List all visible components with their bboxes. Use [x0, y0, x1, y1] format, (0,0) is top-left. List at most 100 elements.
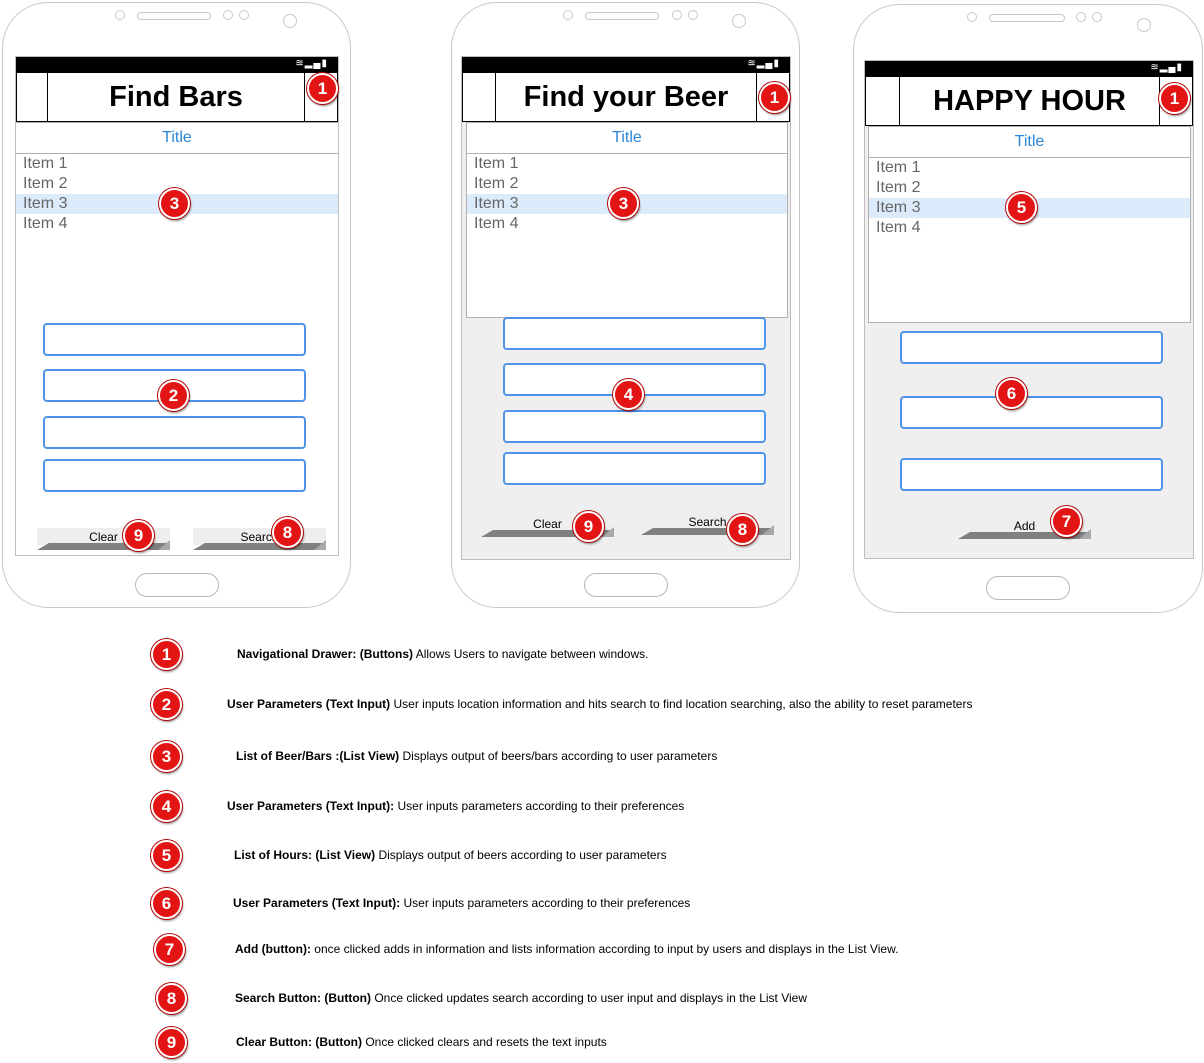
legend-term: List of Beer/Bars :(List View) — [236, 749, 400, 763]
list-view: Title Item 1 Item 2 Item 3 Item 4 — [868, 126, 1191, 323]
legend-item: 4 User Parameters (Text Input): User inp… — [0, 791, 1204, 823]
legend-item: 9 Clear Button: (Button) Once clicked cl… — [0, 1027, 1204, 1059]
text-input-1[interactable] — [43, 323, 306, 356]
app-bar: HAPPY HOUR — [865, 76, 1193, 126]
text-input-4[interactable] — [503, 452, 766, 485]
home-button[interactable] — [986, 576, 1070, 600]
earpiece-speaker — [989, 14, 1065, 22]
legend-badge: 1 — [151, 639, 182, 670]
callout-badge: 8 — [727, 514, 758, 545]
wifi-icon: ≊ — [747, 58, 757, 69]
phone-screen-3: ≊▂▄▮ HAPPY HOUR Title Item 1 Item 2 Item… — [864, 60, 1194, 559]
legend-term: Add (button): — [235, 942, 311, 956]
battery-icon: ▮ — [773, 58, 780, 69]
app-title: HAPPY HOUR — [933, 84, 1126, 117]
front-sensor-b — [688, 10, 698, 20]
list-item[interactable]: Item 1 — [467, 154, 787, 174]
list-item[interactable]: Item 4 — [869, 218, 1190, 238]
app-bar: Find Bars — [16, 72, 338, 122]
legend-badge: 5 — [151, 840, 182, 871]
front-sensor-a — [223, 10, 233, 20]
callout-badge: 9 — [573, 511, 604, 542]
nav-drawer-left-button[interactable] — [866, 77, 900, 125]
callout-badge: 5 — [1006, 192, 1037, 223]
front-sensor-a — [1076, 12, 1086, 22]
legend-desc: User inputs location information and hit… — [390, 697, 973, 711]
callout-badge: 1 — [1159, 83, 1190, 114]
proximity-sensor — [967, 12, 977, 22]
legend-term: List of Hours: (List View) — [234, 848, 376, 862]
front-sensor-b — [239, 10, 249, 20]
legend-desc: once clicked adds in information and lis… — [310, 942, 899, 956]
callout-badge: 7 — [1051, 506, 1082, 537]
text-input-2[interactable] — [900, 396, 1163, 429]
legend-term: Search Button: (Button) — [235, 991, 371, 1005]
legend-badge: 4 — [151, 791, 182, 822]
list-header: Title — [869, 127, 1190, 158]
search-button[interactable]: Search — [193, 528, 326, 550]
legend-badge: 7 — [154, 934, 185, 965]
status-bar: ≊▂▄▮ — [865, 61, 1193, 76]
signal-icon: ▂▄ — [756, 58, 774, 69]
text-input-4[interactable] — [43, 459, 306, 492]
signal-icon: ▂▄ — [304, 58, 322, 69]
legend-term: User Parameters (Text Input): — [227, 799, 395, 813]
legend-badge: 9 — [156, 1027, 187, 1058]
battery-icon: ▮ — [1176, 62, 1183, 73]
text-input-3[interactable] — [43, 416, 306, 449]
list-view: Title Item 1 Item 2 Item 3 Item 4 — [466, 122, 788, 318]
legend-term: Navigational Drawer: (Buttons) — [237, 647, 414, 661]
front-sensor-a — [672, 10, 682, 20]
wifi-icon: ≊ — [1150, 62, 1160, 73]
legend-term: Clear Button: (Button) — [236, 1035, 362, 1049]
status-icons: ≊▂▄▮ — [747, 58, 780, 70]
text-input-1[interactable] — [900, 331, 1163, 364]
legend-item: 8 Search Button: (Button) Once clicked u… — [0, 983, 1204, 1015]
legend-desc: Displays output of beers according to us… — [375, 848, 667, 862]
legend-item: 3 List of Beer/Bars :(List View) Display… — [0, 741, 1204, 773]
legend-desc: Once clicked updates search according to… — [370, 991, 808, 1005]
list-item[interactable]: Item 1 — [16, 154, 338, 174]
legend-item: 2 User Parameters (Text Input) User inpu… — [0, 689, 1204, 721]
signal-icon: ▂▄ — [1159, 62, 1177, 73]
front-camera — [283, 14, 297, 28]
status-icons: ≊▂▄▮ — [295, 58, 328, 70]
legend-desc: Allows Users to navigate between windows… — [413, 647, 649, 661]
callout-badge: 9 — [123, 520, 154, 551]
battery-icon: ▮ — [321, 58, 328, 69]
app-title: Find Bars — [109, 80, 243, 113]
status-bar: ≊▂▄▮ — [16, 57, 338, 72]
text-input-3[interactable] — [900, 458, 1163, 491]
legend-badge: 8 — [156, 983, 187, 1014]
legend-item: 5 List of Hours: (List View) Displays ou… — [0, 840, 1204, 872]
legend-item: 6 User Parameters (Text Input): User inp… — [0, 888, 1204, 920]
nav-drawer-left-button[interactable] — [463, 73, 496, 121]
callout-badge: 1 — [307, 73, 338, 104]
app-bar: Find your Beer — [462, 72, 790, 122]
earpiece-speaker — [137, 12, 211, 20]
text-input-3[interactable] — [503, 410, 766, 443]
phone-screen-1: ≊▂▄▮ Find Bars Title Item 1 Item 2 Item … — [15, 56, 339, 556]
earpiece-speaker — [585, 12, 659, 20]
legend-badge: 3 — [151, 741, 182, 772]
text-input-1[interactable] — [503, 317, 766, 350]
list-item[interactable]: Item 1 — [869, 158, 1190, 178]
list-view: Title Item 1 Item 2 Item 3 Item 4 — [16, 122, 338, 322]
home-button[interactable] — [584, 573, 668, 597]
callout-badge: 4 — [613, 379, 644, 410]
legend-badge: 2 — [151, 689, 182, 720]
callout-badge: 3 — [608, 188, 639, 219]
callout-badge: 8 — [272, 517, 303, 548]
legend-desc: Displays output of beers/bars according … — [399, 749, 718, 763]
front-camera — [732, 14, 746, 28]
search-button-label: Search — [240, 530, 279, 544]
legend-desc: User inputs parameters according to thei… — [400, 896, 691, 910]
legend-term: User Parameters (Text Input) — [227, 697, 391, 711]
callout-badge: 6 — [996, 378, 1027, 409]
phone-screen-2: ≊▂▄▮ Find your Beer Title Item 1 Item 2 … — [461, 56, 791, 560]
nav-drawer-left-button[interactable] — [17, 73, 48, 121]
proximity-sensor — [563, 10, 573, 20]
home-button[interactable] — [135, 573, 219, 597]
legend-item: 7 Add (button): once clicked adds in inf… — [0, 934, 1204, 966]
legend-desc: User inputs parameters according to thei… — [394, 799, 685, 813]
